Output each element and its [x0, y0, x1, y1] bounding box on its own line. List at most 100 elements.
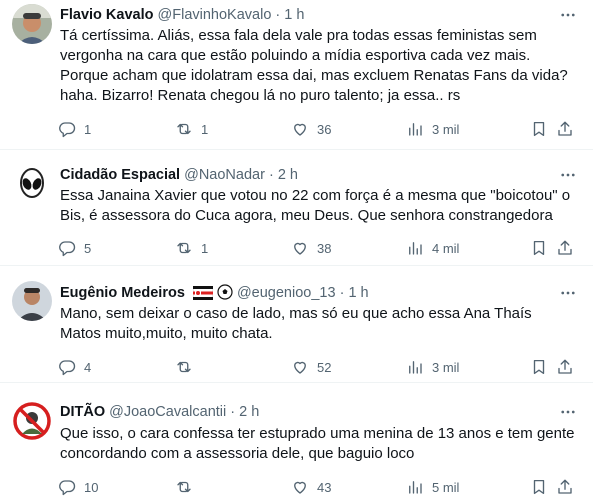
share-button[interactable] — [556, 238, 574, 258]
like-button[interactable]: 52 — [291, 357, 331, 377]
bookmark-icon — [533, 240, 545, 256]
tweet[interactable]: Cidadão Espacial @NaoNadar · 2 h Essa Ja… — [0, 150, 593, 266]
action-bar: 10 43 5 mil — [58, 477, 593, 497]
more-options-icon[interactable] — [557, 5, 579, 25]
bookmark-button[interactable] — [530, 238, 548, 258]
like-count: 43 — [317, 479, 332, 495]
user-handle[interactable]: @NaoNadar — [184, 167, 265, 183]
retweet-button[interactable] — [175, 357, 201, 377]
retweet-icon — [177, 123, 191, 135]
views-count: 5 mil — [432, 479, 460, 495]
reply-count: 4 — [84, 359, 92, 375]
action-bar: 5 1 38 4 mil — [58, 238, 593, 258]
views-count: 4 mil — [432, 240, 460, 256]
tweet-header: Flavio Kavalo @FlavinhoKavalo · 1 h — [60, 5, 553, 25]
heart-icon — [294, 481, 306, 494]
user-handle[interactable]: @eugenioo_13 — [237, 285, 336, 301]
views-count: 3 mil — [432, 359, 460, 375]
reply-count: 1 — [84, 121, 92, 137]
bookmark-button[interactable] — [530, 119, 548, 139]
reply-icon — [59, 241, 76, 257]
share-icon — [558, 240, 572, 255]
views-button[interactable]: 3 mil — [406, 357, 459, 377]
more-options-icon[interactable] — [557, 402, 579, 422]
retweet-icon — [177, 361, 191, 373]
timestamp[interactable]: 2 h — [278, 167, 298, 183]
reply-button[interactable]: 1 — [58, 119, 91, 139]
reply-icon — [59, 360, 76, 376]
retweet-icon — [177, 242, 191, 254]
soccer-ball-icon — [217, 284, 233, 303]
retweet-button[interactable] — [175, 477, 201, 497]
tweet[interactable]: DITÃO @JoaoCavalcantii · 2 h Que isso, o… — [0, 383, 593, 502]
user-handle[interactable]: @FlavinhoKavalo — [158, 7, 272, 23]
share-button[interactable] — [556, 477, 574, 497]
share-button[interactable] — [556, 357, 574, 377]
retweet-count: 1 — [201, 240, 209, 256]
like-button[interactable]: 36 — [291, 119, 331, 139]
timestamp[interactable]: 1 h — [284, 7, 304, 23]
views-chart-icon — [409, 123, 422, 136]
retweet-button[interactable]: 1 — [175, 119, 208, 139]
tweet-text: Mano, sem deixar o caso de lado, mas só … — [60, 305, 532, 342]
views-chart-icon — [409, 361, 422, 374]
bookmark-icon — [533, 359, 545, 375]
reply-button[interactable]: 5 — [58, 238, 91, 258]
reply-button[interactable]: 4 — [58, 357, 91, 377]
more-options-icon[interactable] — [557, 283, 579, 303]
like-button[interactable]: 43 — [291, 477, 331, 497]
views-chart-icon — [409, 242, 422, 255]
views-button[interactable]: 3 mil — [406, 119, 459, 139]
share-icon — [558, 359, 572, 374]
reply-icon — [59, 480, 76, 496]
display-name[interactable]: Flavio Kavalo — [60, 7, 153, 23]
reply-count: 10 — [84, 479, 99, 495]
display-name[interactable]: Cidadão Espacial — [60, 167, 180, 183]
avatar[interactable] — [12, 281, 52, 321]
avatar[interactable] — [12, 4, 52, 44]
like-count: 38 — [317, 240, 332, 256]
tweet-feed: Flavio Kavalo @FlavinhoKavalo · 1 h Tá c… — [0, 0, 593, 502]
sao-paulo-flag-icon — [192, 285, 214, 303]
action-bar: 4 52 3 mil — [58, 357, 593, 377]
tweet-text: Tá certíssima. Aliás, essa fala dela val… — [60, 27, 568, 104]
views-button[interactable]: 5 mil — [406, 477, 459, 497]
reply-button[interactable]: 10 — [58, 477, 98, 497]
separator-dot: · — [275, 7, 281, 23]
reply-icon — [59, 122, 76, 138]
tweet-text: Que isso, o cara confessa ter estuprado … — [60, 425, 575, 462]
separator-dot: · — [339, 285, 345, 301]
bookmark-button[interactable] — [530, 477, 548, 497]
views-button[interactable]: 4 mil — [406, 238, 459, 258]
bookmark-icon — [533, 121, 545, 137]
share-button[interactable] — [556, 119, 574, 139]
more-options-icon[interactable] — [557, 165, 579, 185]
avatar[interactable] — [12, 164, 52, 204]
bookmark-button[interactable] — [530, 357, 548, 377]
like-count: 36 — [317, 121, 332, 137]
retweet-button[interactable]: 1 — [175, 238, 208, 258]
tweet[interactable]: Eugênio Medeiros @eugenioo_13 · 1 h Mano… — [0, 266, 593, 383]
tweet-header: Cidadão Espacial @NaoNadar · 2 h — [60, 165, 553, 185]
tweet-text: Essa Janaina Xavier que votou no 22 com … — [60, 187, 571, 224]
share-icon — [558, 479, 572, 494]
views-count: 3 mil — [432, 121, 460, 137]
display-name[interactable]: Eugênio Medeiros — [60, 285, 185, 301]
action-bar: 1 1 36 3 mil — [58, 119, 593, 139]
views-chart-icon — [409, 481, 422, 494]
display-name[interactable]: DITÃO — [60, 404, 105, 420]
timestamp[interactable]: 2 h — [239, 404, 259, 420]
timestamp[interactable]: 1 h — [348, 285, 368, 301]
avatar[interactable] — [12, 401, 52, 441]
retweet-count: 1 — [201, 121, 209, 137]
share-icon — [558, 121, 572, 136]
tweet-header: DITÃO @JoaoCavalcantii · 2 h — [60, 402, 553, 422]
tweet-header: Eugênio Medeiros @eugenioo_13 · 1 h — [60, 283, 553, 303]
separator-dot: · — [230, 404, 236, 420]
tweet[interactable]: Flavio Kavalo @FlavinhoKavalo · 1 h Tá c… — [0, 0, 593, 150]
like-count: 52 — [317, 359, 332, 375]
like-button[interactable]: 38 — [291, 238, 331, 258]
user-handle[interactable]: @JoaoCavalcantii — [109, 404, 226, 420]
retweet-icon — [177, 481, 191, 493]
reply-count: 5 — [84, 240, 92, 256]
